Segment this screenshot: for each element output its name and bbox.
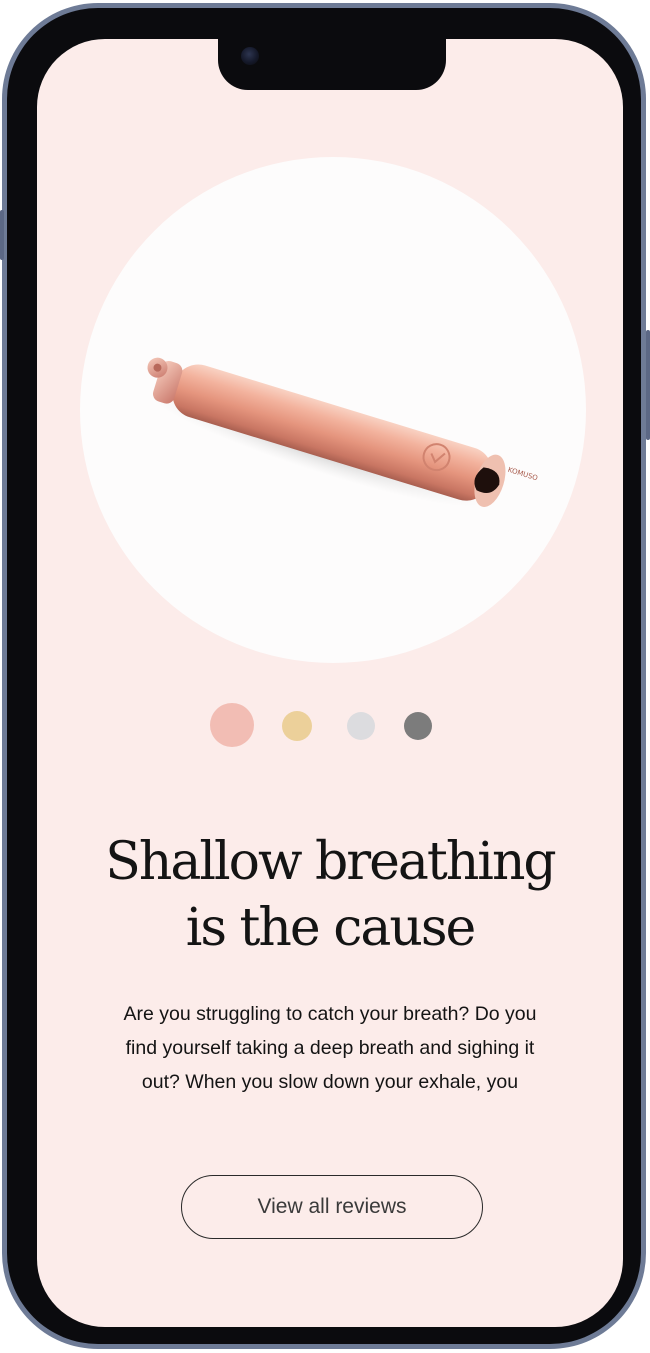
breathing-necklace-product-icon: KOMUSO (147, 357, 539, 507)
side-button-right (646, 330, 650, 440)
side-button-left (0, 210, 4, 260)
phone-frame: KOMUSO Shallow breathing is the cause Ar… (2, 3, 646, 1349)
front-camera-icon (241, 47, 259, 65)
swatch-gold[interactable] (282, 711, 312, 741)
page-title: Shallow breathing is the cause (37, 829, 623, 961)
swatch-silver[interactable] (347, 712, 375, 740)
headline-line-1: Shallow breathing (105, 832, 556, 892)
swatch-gunmetal[interactable] (404, 712, 432, 740)
body-text: Are you struggling to catch your breath?… (123, 1003, 537, 1093)
screen: KOMUSO Shallow breathing is the cause Ar… (37, 39, 623, 1327)
swatch-rose-gold[interactable] (210, 703, 254, 747)
headline-line-2: is the cause (185, 898, 477, 958)
phone-bezel: KOMUSO Shallow breathing is the cause Ar… (7, 8, 641, 1344)
product-engraving: KOMUSO (507, 466, 539, 483)
view-all-reviews-button[interactable]: View all reviews (181, 1175, 483, 1239)
color-swatches (37, 703, 623, 749)
